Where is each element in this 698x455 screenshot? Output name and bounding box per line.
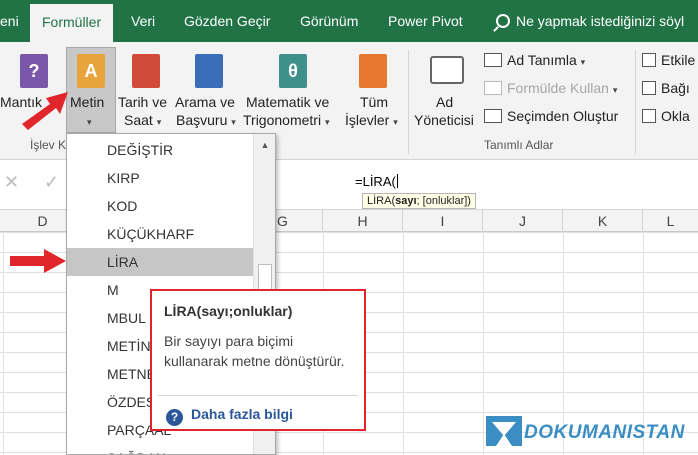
- matematik-trigonometri-button[interactable]: θ Matematik ve Trigonometri ▾: [243, 52, 341, 132]
- group-separator-2: [635, 50, 636, 154]
- magnifier-book-icon: [195, 54, 223, 88]
- theta-book-icon: θ: [279, 54, 307, 88]
- create-from-selection-icon: [484, 109, 502, 123]
- tarih-saat-button[interactable]: Tarih ve Saat ▾: [118, 52, 174, 132]
- arama-label-1: Arama ve: [175, 94, 235, 110]
- tell-me-text: Ne yapmak istediğinizi söyl: [516, 13, 685, 29]
- okla-button[interactable]: Okla: [642, 108, 690, 124]
- bag-button[interactable]: Bağı: [642, 80, 690, 96]
- tab-giris[interactable]: eni: [0, 0, 19, 42]
- function-item[interactable]: KIRP: [67, 164, 253, 192]
- tarih-label-2: Saat ▾: [124, 112, 162, 128]
- function-item[interactable]: KOD: [67, 192, 253, 220]
- formulde-kullan-button[interactable]: Formülde Kullan ▾: [484, 80, 617, 96]
- tab-veri[interactable]: Veri: [131, 0, 155, 42]
- ad-yoneticisi-button[interactable]: Ad Yöneticisi: [412, 52, 482, 132]
- name-manager-icon: [430, 56, 464, 84]
- remove-arrows-icon: [642, 109, 656, 123]
- column-header[interactable]: K: [563, 210, 643, 232]
- formula-syntax-tooltip: LİRA(sayı; [onluklar]): [362, 193, 476, 209]
- group-separator: [408, 50, 409, 154]
- column-header[interactable]: J: [483, 210, 563, 232]
- tooltip-description: Bir sayıyı para biçimi kullanarak metne …: [164, 333, 345, 369]
- watermark-text: DOKUMANISTAN: [524, 422, 685, 443]
- ad-tanimla-button[interactable]: Ad Tanımla ▾: [484, 52, 585, 68]
- red-arrow-icon: [10, 249, 66, 273]
- tum-islevler-button[interactable]: Tüm İşlevler ▾: [343, 52, 403, 132]
- metin-label: Metin: [70, 94, 105, 110]
- tab-gorunum[interactable]: Görünüm: [300, 0, 358, 42]
- column-header[interactable]: I: [403, 210, 483, 232]
- chevron-down-icon: ▾: [87, 117, 92, 127]
- calendar-book-icon: [132, 54, 160, 88]
- ad-label-2: Yöneticisi: [414, 112, 474, 128]
- function-item[interactable]: SAĞDAN: [67, 444, 253, 454]
- function-item[interactable]: KÜÇÜKHARF: [67, 220, 253, 248]
- trace-icon: [642, 53, 656, 67]
- column-header[interactable]: L: [643, 210, 698, 232]
- help-icon: ?: [166, 409, 183, 426]
- more-functions-book-icon: [359, 54, 387, 88]
- tooltip-divider: [158, 395, 358, 396]
- tab-formuller[interactable]: Formüller: [30, 4, 114, 42]
- group-label-islev: İşlev K: [30, 138, 67, 152]
- tarih-label-1: Tarih ve: [118, 94, 168, 110]
- more-info-link[interactable]: ? Daha fazla bilgi: [166, 406, 293, 426]
- matematik-label-1: Matematik ve: [246, 94, 330, 110]
- watermark-mark-icon: [486, 416, 522, 446]
- logic-book-icon: ?: [20, 54, 48, 88]
- secimden-olustur-button[interactable]: Seçimden Oluştur: [484, 108, 618, 124]
- tum-label-2: İşlevler ▾: [345, 112, 398, 128]
- ribbon-tab-bar: eni Formüller Veri Gözden Geçir Görünüm …: [0, 0, 698, 42]
- arama-basvuru-button[interactable]: Arama ve Başvuru ▾: [175, 52, 243, 132]
- matematik-label-2: Trigonometri ▾: [243, 112, 330, 128]
- group-label-tanimli-adlar: Tanımlı Adlar: [484, 138, 554, 152]
- tum-label-1: Tüm: [360, 94, 388, 110]
- ad-label-1: Ad: [436, 94, 454, 110]
- define-name-icon: [484, 53, 502, 67]
- tab-power-pivot[interactable]: Power Pivot: [388, 0, 463, 42]
- chevron-up-icon[interactable]: ▲: [257, 137, 273, 153]
- formula-input[interactable]: =LİRA(: [355, 174, 398, 189]
- fx-icon: [484, 81, 502, 95]
- etki-button[interactable]: Etkile: [642, 52, 695, 68]
- enter-icon[interactable]: ✓: [44, 172, 59, 193]
- red-arrow-icon: [22, 92, 68, 130]
- function-tooltip: LİRA(sayı;onluklar) Bir sayıyı para biçi…: [150, 289, 366, 431]
- tab-gozden-gecir[interactable]: Gözden Geçir: [184, 0, 270, 42]
- text-book-icon: A: [77, 54, 105, 88]
- function-item[interactable]: DEĞİŞTİR: [67, 136, 253, 164]
- search-icon: [496, 14, 510, 28]
- function-item-selected[interactable]: LİRA: [67, 248, 253, 276]
- column-header[interactable]: H: [323, 210, 403, 232]
- tooltip-title: LİRA(sayı;onluklar): [164, 303, 293, 319]
- tell-me-box[interactable]: Ne yapmak istediğinizi söyl: [496, 0, 684, 42]
- dependents-icon: [642, 81, 656, 95]
- arama-label-2: Başvuru ▾: [176, 112, 236, 128]
- cancel-icon[interactable]: ✕: [4, 172, 19, 193]
